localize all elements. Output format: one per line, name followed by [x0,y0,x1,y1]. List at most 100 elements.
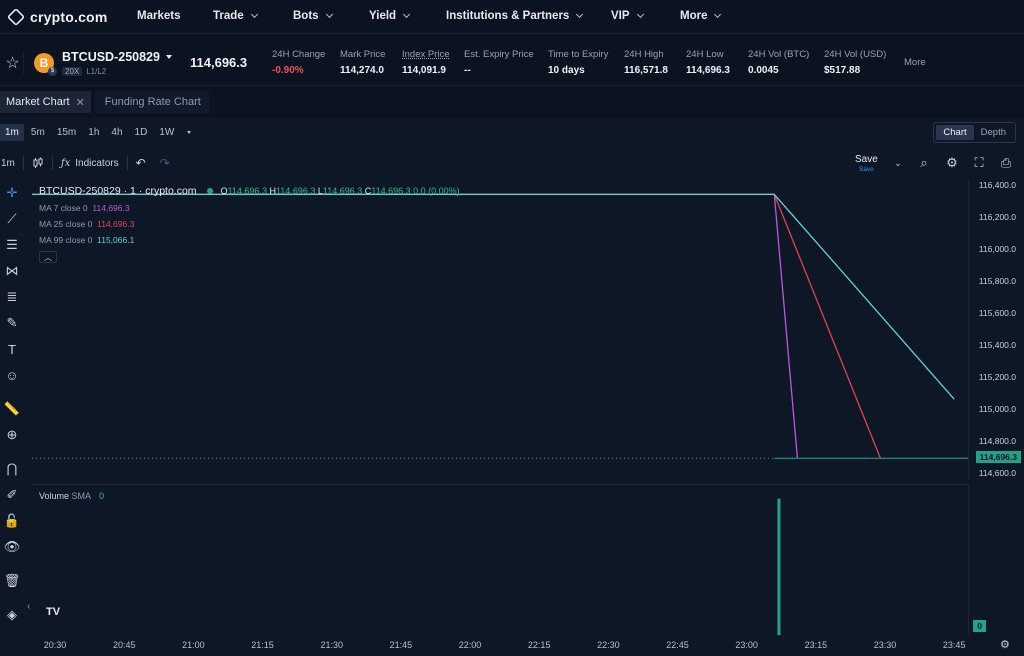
stat-value: -- [464,65,471,76]
view-depth-button[interactable]: Depth [974,125,1013,140]
ma7-row[interactable]: MA 7 close 0 114,696.3 [39,203,460,213]
chart-toolbar: 1m ƒx Indicators ↶ ↷ Save Save ⌄ ⌕ ⚙ ⛶ ⎙ [0,152,1024,174]
top-nav: crypto.com Markets Trade Bots Yield Institut… [0,0,1024,34]
nav-vip[interactable]: VIP [611,10,644,22]
more-stats-button[interactable]: More [904,57,926,68]
zoom-in-icon[interactable]: ⊕ [0,422,24,448]
nav-bots[interactable]: Bots [293,10,333,22]
tab-label: Funding Rate Chart [104,96,201,108]
panel-collapse-icon[interactable]: ‹ [27,601,30,612]
fib-retracement-icon[interactable]: ≣ [0,284,24,310]
ma-label: MA 7 close 0 [39,203,88,213]
redo-icon[interactable]: ↷ [160,156,170,170]
ma-value: 115,066.1 [97,235,135,245]
magnet-icon[interactable]: ⋂ [0,456,24,482]
nav-markets[interactable]: Markets [137,10,180,22]
interval-1W[interactable]: 1W [154,124,179,141]
stat-value: 0.0045 [748,65,779,76]
time-tick-label: 23:45 [942,640,966,650]
interval-1m[interactable]: 1m [0,123,24,141]
interval-15m[interactable]: 15m [52,124,81,141]
text-tool-icon[interactable]: T [0,336,24,362]
indicators-button[interactable]: ƒx Indicators [61,158,119,169]
time-axis[interactable]: 20:30 20:45 21:00 21:15 21:30 21:45 22:00 22:15… [32,634,968,656]
nav-label: More [680,10,708,22]
ticker-stat: Index Price 114,091.9 [402,49,464,76]
btc-coin-icon: B $ [34,52,57,76]
tab-funding-rate-chart[interactable]: Funding Rate Chart [94,91,209,113]
crypto-logo-icon [6,7,26,26]
nav-yield[interactable]: Yield [369,10,411,22]
ma99-row[interactable]: MA 99 close 0 115,066.1 [39,235,460,245]
stat-value: 116,571.8 [624,65,668,76]
volume-pane[interactable]: Volume SMA 0 [32,484,968,635]
stat-label[interactable]: Index Price [402,49,464,60]
coin-badge-icon: $ [48,66,57,76]
ruler-icon[interactable]: 📏 [0,396,24,422]
time-tick-label: 22:15 [527,640,551,650]
time-tick-label: 22:00 [458,640,482,650]
stat-label: Mark Price [340,49,386,60]
settings-gear-icon[interactable]: ⚙ [944,155,960,171]
time-tick-label: 21:30 [320,640,343,650]
save-dropdown-chevron-icon[interactable]: ⌄ [890,155,906,171]
horizontal-lines-icon[interactable]: ☰ [0,232,24,258]
time-tick-label: 23:30 [873,640,897,650]
snapshot-camera-icon[interactable]: ⎙ [998,155,1014,171]
ma-value: 114,696.3 [97,219,135,229]
axis-settings-icon[interactable]: ⚙ [1000,638,1010,651]
volume-axis: 0 [968,484,1024,634]
fullscreen-icon[interactable]: ⛶ [971,155,987,171]
nav-more[interactable]: More [680,10,722,22]
chevron-down-icon [636,10,644,19]
logo[interactable]: crypto.com [6,7,128,26]
legend-collapse-button[interactable]: ︿ [39,251,57,263]
interval-4h[interactable]: 4h [106,124,127,141]
eye-icon[interactable]: 👁 [0,534,24,560]
caret-down-icon [165,54,172,59]
interval-short[interactable]: 1m [1,158,15,169]
interval-1D[interactable]: 1D [130,124,153,141]
nav-trade[interactable]: Trade [213,10,258,22]
ma25-row[interactable]: MA 25 close 0 114,696.3 [39,219,460,229]
volume-last-tag: 0 [973,620,986,632]
save-label: Save [855,154,878,165]
emoji-icon[interactable]: ☺ [0,362,24,388]
chevron-down-icon [576,10,584,19]
save-button[interactable]: Save Save [855,154,878,173]
stat-label: 24H Vol (USD) [824,49,887,60]
ohlc-open: 114,696.3 [227,186,267,196]
stay-drawing-icon[interactable]: ✐ [0,482,24,508]
price-axis[interactable]: 116,400.0 116,200.0 116,000.0 115,800.0 115,… [968,180,1024,480]
time-tick-label: 23:15 [804,640,828,650]
interval-5m[interactable]: 5m [26,124,50,141]
crosshair-icon[interactable]: ✛ [0,180,24,206]
ohlc-values: O114,696.3 H114,696.3 L114,696.3 C114,69… [220,186,460,196]
tradingview-logo-icon[interactable]: TV [46,606,64,620]
symbol-selector[interactable]: BTCUSD-250829 20X L1/L2 [62,50,184,76]
ticker-stat: Time to Expiry 10 days [548,49,624,76]
undo-icon[interactable]: ↶ [136,156,146,170]
trash-icon[interactable]: 🗑 [0,568,24,594]
view-chart-button[interactable]: Chart [936,125,974,140]
quick-search-icon[interactable]: ⌕ [916,155,932,171]
pattern-icon[interactable]: ⋈ [0,258,24,284]
ticker-bar: ☆ B $ BTCUSD-250829 20X L1/L2 114,696.3 2… [0,40,1024,86]
interval-1h[interactable]: 1h [83,124,104,141]
tab-market-chart[interactable]: Market Chart ✕ [0,91,91,113]
layers-icon[interactable]: ◈ [0,602,24,628]
tab-label: Market Chart [6,96,70,108]
trend-line-icon[interactable]: ⟋ [0,206,24,232]
price-tick-label: 115,200.0 [978,371,1016,382]
stat-label: Time to Expiry [548,49,609,60]
interval-more-chevron-icon[interactable] [187,130,192,134]
close-icon[interactable]: ✕ [76,96,85,109]
lock-icon[interactable]: 🔓 [0,508,24,534]
favorite-star-icon[interactable]: ☆ [2,51,24,74]
time-tick-label: 22:45 [666,640,689,650]
save-sublabel: Save [858,166,874,173]
legend-title: BTCUSD-250829 · 1 · crypto.com [39,185,197,197]
candle-type-icon[interactable] [32,157,44,169]
brush-icon[interactable]: ✎ [0,310,24,336]
nav-institutions-partners[interactable]: Institutions & Partners [446,10,584,22]
